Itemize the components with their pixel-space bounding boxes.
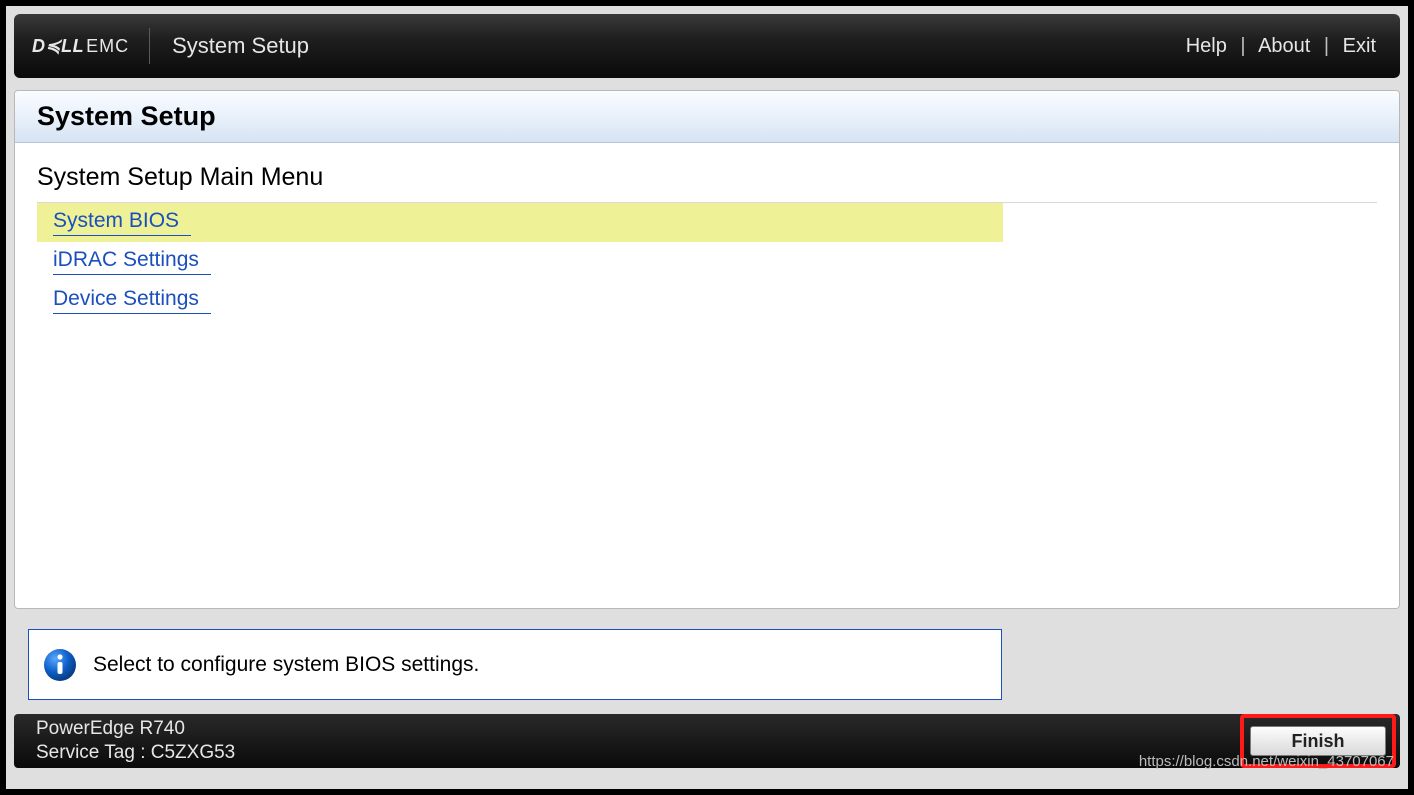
logo-secondary-text: EMC [86, 28, 129, 64]
info-bar: Select to configure system BIOS settings… [28, 629, 1002, 700]
menu-item-device-settings[interactable]: Device Settings [37, 281, 1003, 320]
service-tag: Service Tag : C5ZXG53 [36, 741, 235, 765]
main-menu-list: System BIOS iDRAC Settings Device Settin… [37, 203, 1003, 320]
info-text: Select to configure system BIOS settings… [93, 653, 479, 677]
link-separator: | [1324, 35, 1329, 57]
panel-title: System Setup [37, 101, 216, 131]
panel-title-bar: System Setup [15, 91, 1399, 143]
menu-item-label: Device Settings [53, 287, 211, 314]
help-link[interactable]: Help [1186, 35, 1227, 57]
menu-item-label: System BIOS [53, 209, 191, 236]
info-icon [43, 648, 77, 682]
screen: D≼LL EMC System Setup Help | About | Exi… [6, 6, 1408, 789]
finish-button-highlight: Finish [1240, 714, 1396, 768]
top-links: Help | About | Exit [1186, 35, 1376, 58]
about-link[interactable]: About [1258, 35, 1310, 57]
logo-primary-text: D≼LL [32, 28, 84, 64]
finish-button[interactable]: Finish [1250, 726, 1386, 756]
top-bar: D≼LL EMC System Setup Help | About | Exi… [14, 14, 1400, 78]
main-panel: System Setup System Setup Main Menu Syst… [14, 90, 1400, 609]
brand-logo: D≼LL EMC [32, 28, 150, 64]
system-model: PowerEdge R740 [36, 717, 235, 741]
footer-bar: PowerEdge R740 Service Tag : C5ZXG53 Fin… [14, 714, 1400, 768]
panel-subtitle: System Setup Main Menu [15, 143, 1399, 192]
footer-text: PowerEdge R740 Service Tag : C5ZXG53 [36, 717, 235, 765]
exit-link[interactable]: Exit [1343, 35, 1376, 57]
app-title: System Setup [172, 33, 309, 59]
link-separator: | [1240, 35, 1245, 57]
menu-item-label: iDRAC Settings [53, 248, 211, 275]
menu-item-idrac-settings[interactable]: iDRAC Settings [37, 242, 1003, 281]
menu-item-system-bios[interactable]: System BIOS [37, 203, 1003, 242]
